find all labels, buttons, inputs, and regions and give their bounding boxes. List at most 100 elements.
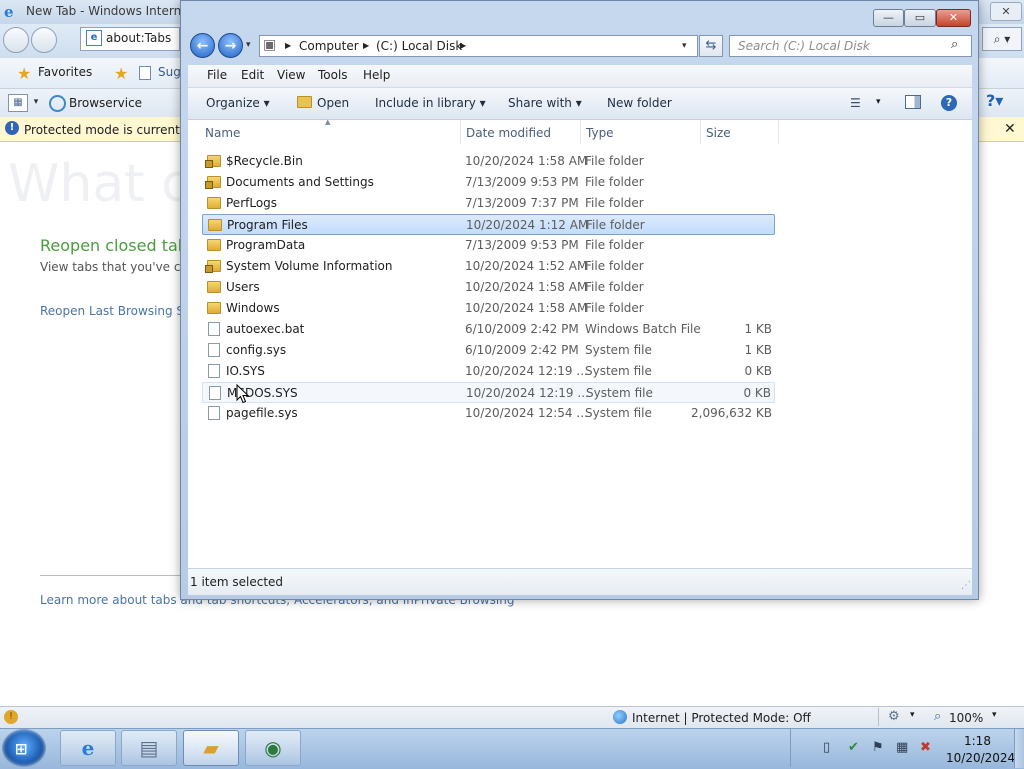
change-view-icon[interactable]: ☰	[850, 96, 861, 110]
open-button[interactable]: Open	[317, 96, 349, 110]
table-row[interactable]: Program Files 10/20/2024 1:12 AM File fold…	[202, 214, 775, 235]
preview-pane-icon[interactable]	[905, 95, 921, 109]
menu-help[interactable]: Help	[363, 68, 390, 82]
column-divider[interactable]	[580, 120, 581, 144]
favorites-button[interactable]: Favorites	[38, 65, 92, 79]
share-label: Share with	[508, 96, 572, 110]
quick-tabs-icon[interactable]: ▦	[8, 94, 28, 112]
column-header-date[interactable]: Date modified	[466, 126, 551, 140]
file-date: 10/20/2024 1:58 AM	[465, 280, 588, 294]
file-date: 6/10/2009 2:42 PM	[465, 322, 579, 336]
zoom-dropdown-icon[interactable]: ▾	[992, 710, 997, 720]
breadcrumb-arrow-icon[interactable]: ▶	[363, 41, 369, 50]
menu-file[interactable]: File	[207, 68, 227, 82]
recent-pages-dropdown[interactable]: ▾	[246, 40, 251, 50]
view-options-dropdown[interactable]: ▾	[876, 97, 881, 107]
table-row[interactable]: System Volume Information 10/20/2024 1:52…	[202, 256, 775, 277]
menu-view[interactable]: View	[277, 68, 305, 82]
forward-button[interactable]: →	[218, 33, 243, 58]
file-date: 10/20/2024 1:52 AM	[465, 259, 588, 273]
ie-forward-button[interactable]	[31, 27, 57, 53]
taskbar-windows-explorer[interactable]: ▰	[183, 730, 239, 766]
file-name: IO.SYS	[226, 364, 265, 378]
suggested-sites-link[interactable]: Sug	[158, 65, 181, 79]
locked-folder-icon	[205, 155, 221, 168]
breadcrumb-computer[interactable]: Computer	[299, 39, 359, 53]
menu-edit[interactable]: Edit	[241, 68, 264, 82]
tab-browservice[interactable]: Browservice	[69, 96, 142, 110]
ie-close-button[interactable]: ✕	[990, 2, 1022, 21]
table-row[interactable]: config.sys 6/10/2009 2:42 PM System file 1 …	[202, 340, 775, 361]
column-divider[interactable]	[778, 120, 779, 144]
breadcrumb-arrow-icon[interactable]: ▶	[285, 41, 291, 50]
search-icon[interactable]: ⌕	[951, 37, 958, 52]
refresh-button[interactable]: ⇆	[699, 35, 723, 57]
taskbar-documents[interactable]: ▤	[121, 730, 177, 766]
ie-back-button[interactable]	[3, 27, 29, 53]
chevron-down-icon[interactable]: ▾	[910, 710, 915, 720]
show-desktop-button[interactable]	[1014, 729, 1024, 768]
column-header-name[interactable]: Name	[205, 126, 240, 140]
file-name: config.sys	[226, 343, 287, 357]
table-row[interactable]: IO.SYS 10/20/2024 12:19 ... System file 0 K…	[202, 361, 775, 382]
tray-volume-muted-icon[interactable]: ✖	[920, 740, 931, 755]
favorites-star-icon: ★	[17, 64, 32, 83]
table-row[interactable]: $Recycle.Bin 10/20/2024 1:58 AM File folde…	[202, 151, 775, 172]
column-divider[interactable]	[460, 120, 461, 144]
ie-search-button[interactable]: ⌕ ▾	[982, 27, 1022, 51]
ie-logo-icon: e	[4, 3, 14, 21]
zoom-level[interactable]: 100%	[949, 711, 983, 725]
share-with-button[interactable]: Share with ▾	[508, 96, 582, 110]
breadcrumb-local-disk[interactable]: (C:) Local Disk	[376, 39, 462, 53]
table-row[interactable]: PerfLogs 7/13/2009 7:37 PM File folder	[202, 193, 775, 214]
file-size: 1 KB	[744, 343, 772, 357]
file-date: 10/20/2024 12:19 ...	[466, 386, 589, 400]
tray-network-icon[interactable]: ▦	[896, 740, 908, 755]
zoom-icon: ⌕	[934, 709, 942, 724]
menu-tools[interactable]: Tools	[318, 68, 348, 82]
folder-icon	[207, 281, 221, 293]
clock-date[interactable]: 10/20/2024	[946, 751, 1015, 765]
tray-divider	[790, 729, 791, 767]
organize-button[interactable]: Organize ▾	[206, 96, 270, 110]
table-row[interactable]: autoexec.bat 6/10/2009 2:42 PM Windows Bat…	[202, 319, 775, 340]
column-header-size[interactable]: Size	[706, 126, 731, 140]
breadcrumb-arrow-icon[interactable]: ▶	[460, 41, 466, 50]
table-row[interactable]: Documents and Settings 7/13/2009 9:53 PM F…	[202, 172, 775, 193]
tray-flag-icon[interactable]: ⚑	[872, 740, 884, 755]
table-row[interactable]: Windows 10/20/2024 1:58 AM File folder	[202, 298, 775, 319]
security-zone-text[interactable]: Internet | Protected Mode: Off	[632, 711, 811, 725]
taskbar-internet-explorer[interactable]: e	[60, 730, 116, 766]
infobar-close-icon[interactable]: ✕	[1004, 121, 1016, 137]
compat-settings-icon[interactable]: ⚙	[888, 709, 900, 724]
close-button[interactable]: ✕	[936, 9, 971, 27]
help-icon[interactable]: ?	[941, 95, 957, 111]
status-divider	[878, 708, 879, 726]
clock-time[interactable]: 1:18	[964, 734, 991, 748]
maximize-button[interactable]: ▭	[904, 9, 936, 27]
table-row[interactable]: pagefile.sys 10/20/2024 12:54 ... System f…	[202, 403, 775, 424]
tray-security-icon[interactable]: ✔	[848, 740, 859, 755]
column-header-type[interactable]: Type	[586, 126, 614, 140]
minimize-button[interactable]: —	[873, 9, 904, 27]
resize-grip-icon[interactable]: ⋰	[961, 580, 971, 591]
tray-document-icon[interactable]: ▯	[823, 740, 830, 755]
organize-label: Organize	[206, 96, 260, 110]
taskbar-browservice[interactable]: ◉	[245, 730, 301, 766]
reopen-last-session-link[interactable]: Reopen Last Browsing S	[40, 304, 184, 318]
include-in-library-button[interactable]: Include in library ▾	[375, 96, 486, 110]
ie-help-icon[interactable]: ?▾	[986, 91, 1016, 113]
tab-list-dropdown[interactable]: ▾	[31, 94, 41, 110]
file-name: $Recycle.Bin	[226, 154, 303, 168]
column-divider[interactable]	[700, 120, 701, 144]
new-folder-button[interactable]: New folder	[607, 96, 672, 110]
address-dropdown-icon[interactable]: ▾	[682, 41, 687, 51]
table-row[interactable]: ProgramData 7/13/2009 9:53 PM File folder	[202, 235, 775, 256]
add-favorite-icon[interactable]: ★	[114, 64, 128, 83]
search-input[interactable]: Search (C:) Local Disk	[729, 35, 972, 57]
back-button[interactable]: ←	[190, 33, 215, 58]
locked-folder-icon	[205, 260, 221, 273]
table-row[interactable]: Users 10/20/2024 1:58 AM File folder	[202, 277, 775, 298]
file-name: Windows	[226, 301, 280, 315]
table-row[interactable]: MSDOS.SYS 10/20/2024 12:19 ... System file…	[202, 382, 775, 403]
